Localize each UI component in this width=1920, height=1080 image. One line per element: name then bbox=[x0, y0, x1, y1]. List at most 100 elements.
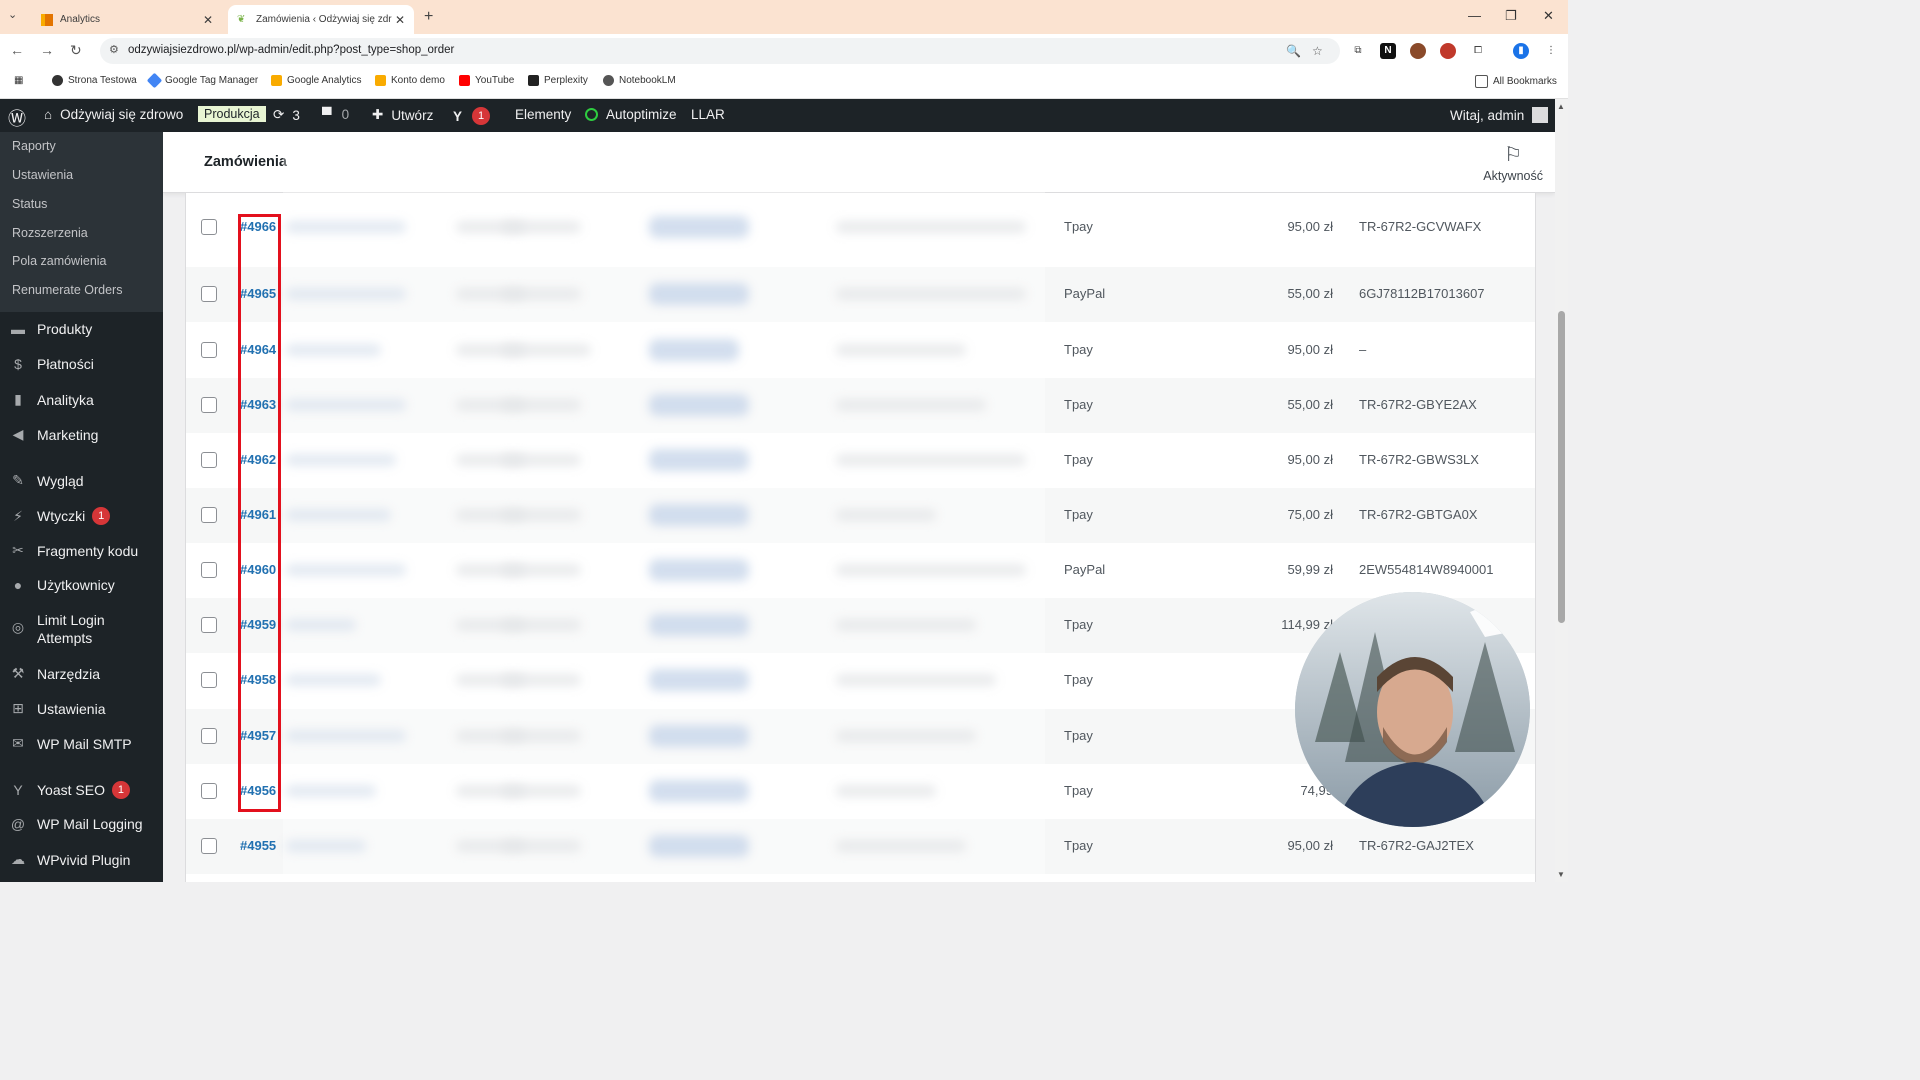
new-content-link[interactable]: ✚ Utwórz bbox=[372, 107, 433, 123]
transaction-id: TR-67R2-GCVWAFX bbox=[1359, 219, 1482, 234]
row-checkbox[interactable] bbox=[201, 342, 217, 358]
tab-orders[interactable]: ❦ Zamówienia ‹ Odżywiaj się zdro ✕ bbox=[228, 5, 414, 34]
sidebar-item-wp-mail-logging[interactable]: @ WP Mail Logging bbox=[8, 816, 143, 832]
bookmark-konto-demo[interactable]: Konto demo bbox=[375, 75, 445, 86]
sidebar-item-yoast-seo[interactable]: Y Yoast SEO 1 bbox=[8, 781, 130, 799]
updates-count: 3 bbox=[292, 107, 300, 123]
autoptimize-link[interactable]: Autoptimize bbox=[585, 107, 677, 122]
yoast-menu[interactable]: Y1 bbox=[453, 107, 491, 125]
submenu-ustawienia[interactable]: Ustawienia bbox=[12, 168, 73, 182]
sidebar-item-wtyczki[interactable]: ⚡ Wtyczki 1 bbox=[8, 507, 111, 525]
transaction-id: – bbox=[1359, 342, 1367, 357]
sidebar-item-analityka[interactable]: ▮ Analityka bbox=[8, 391, 94, 408]
url-text: odzywiajsiezdrowo.pl/wp-admin/edit.php?p… bbox=[128, 44, 455, 56]
back-icon[interactable]: ← bbox=[10, 42, 24, 58]
page-scrollbar[interactable]: ▲ ▼ bbox=[1555, 99, 1568, 882]
bookmark-youtube[interactable]: YouTube bbox=[459, 75, 514, 86]
cast-icon[interactable]: ⧉ bbox=[1350, 43, 1366, 59]
row-checkbox[interactable] bbox=[201, 838, 217, 854]
sidebar-item-label: Wtyczki bbox=[37, 508, 86, 524]
payment-method: Tpay bbox=[1064, 397, 1093, 412]
sidebar-item-label: Narzędzia bbox=[37, 665, 101, 682]
sidebar-item-fragmenty-kodu[interactable]: ✂ Fragmenty kodu bbox=[8, 542, 138, 559]
sidebar-item-wpvivid[interactable]: ☁ WPvivid Plugin bbox=[8, 851, 130, 868]
bookmark-perplexity[interactable]: Perplexity bbox=[528, 75, 588, 86]
profile-avatar-icon[interactable]: ▮ bbox=[1513, 43, 1529, 59]
scroll-up-icon[interactable]: ▲ bbox=[1557, 102, 1565, 111]
reload-icon[interactable]: ↻ bbox=[70, 42, 82, 59]
bookmark-gtm[interactable]: Google Tag Manager bbox=[146, 72, 259, 89]
all-bookmarks[interactable]: All Bookmarks bbox=[1475, 75, 1557, 88]
bookmark-star-icon[interactable]: ☆ bbox=[1312, 44, 1323, 58]
sidebar-item-platnosci[interactable]: $ Płatności bbox=[8, 356, 94, 372]
extension-cookie-icon[interactable] bbox=[1410, 43, 1426, 59]
bookmarks-bar: ▦ Strona Testowa Google Tag Manager Goog… bbox=[0, 68, 1568, 99]
minimize-icon[interactable]: — bbox=[1468, 8, 1481, 23]
updates-link[interactable]: ⟳ 3 bbox=[273, 107, 300, 123]
close-tab-icon[interactable]: ✕ bbox=[392, 13, 408, 27]
scroll-down-icon[interactable]: ▼ bbox=[1557, 870, 1565, 879]
sidebar-item-wyglad[interactable]: ✎ Wygląd bbox=[8, 472, 83, 489]
bookmark-google-analytics[interactable]: Google Analytics bbox=[271, 75, 362, 86]
row-checkbox[interactable] bbox=[201, 507, 217, 523]
scroll-thumb[interactable] bbox=[1558, 311, 1565, 623]
submenu-status[interactable]: Status bbox=[12, 197, 47, 211]
extension-record-icon[interactable] bbox=[1440, 43, 1456, 59]
extensions-puzzle-icon[interactable]: ⧠ bbox=[1470, 43, 1486, 59]
wordpress-logo-icon[interactable]: Ⓦ bbox=[8, 105, 26, 131]
close-tab-icon[interactable]: ✕ bbox=[200, 13, 216, 27]
new-tab-icon[interactable]: + bbox=[424, 8, 433, 26]
order-number-link[interactable]: #4955 bbox=[240, 838, 276, 853]
restore-icon[interactable]: ❐ bbox=[1505, 8, 1517, 24]
sidebar-item-produkty[interactable]: ▬ Produkty bbox=[8, 321, 92, 337]
row-checkbox[interactable] bbox=[201, 452, 217, 468]
payment-method: Tpay bbox=[1064, 728, 1093, 743]
analytics-favicon-icon bbox=[41, 13, 53, 26]
row-checkbox[interactable] bbox=[201, 397, 217, 413]
zoom-icon[interactable]: 🔍 bbox=[1286, 44, 1301, 58]
extension-n-icon[interactable]: N bbox=[1380, 43, 1396, 59]
activity-button[interactable]: ⚐ Aktywność bbox=[1483, 142, 1543, 183]
bookmark-notebooklm[interactable]: NotebookLM bbox=[603, 75, 676, 86]
elementor-link[interactable]: Elementy bbox=[515, 107, 571, 122]
sidebar-item-marketing[interactable]: ◀ Marketing bbox=[8, 426, 99, 443]
submenu-renumerate-orders[interactable]: Renumerate Orders bbox=[12, 283, 122, 297]
comments-link[interactable]: ▀ 0 bbox=[322, 107, 349, 122]
row-checkbox[interactable] bbox=[201, 219, 217, 235]
row-checkbox[interactable] bbox=[201, 617, 217, 633]
browser-menu-icon[interactable]: ⋮ bbox=[1543, 43, 1559, 59]
sidebar-item-ustawienia[interactable]: ⊞ Ustawienia bbox=[8, 700, 105, 717]
llar-link[interactable]: LLAR bbox=[691, 107, 725, 122]
submenu-raporty[interactable]: Raporty bbox=[12, 139, 56, 153]
row-checkbox[interactable] bbox=[201, 728, 217, 744]
bookmark-label: Google Tag Manager bbox=[165, 75, 259, 86]
site-info-icon[interactable]: ⚙ bbox=[109, 43, 119, 56]
sidebar-item-wp-mail-smtp[interactable]: ✉ WP Mail SMTP bbox=[8, 735, 132, 752]
sidebar-item-limit-login[interactable]: ◎ Limit Login Attempts bbox=[8, 611, 137, 647]
submenu-rozszerzenia[interactable]: Rozszerzenia bbox=[12, 226, 88, 240]
order-total: 95,00 zł bbox=[1287, 219, 1333, 234]
submenu-pola-zamowienia[interactable]: Pola zamówienia bbox=[12, 254, 107, 268]
sidebar-item-label: WP Mail Logging bbox=[37, 816, 143, 832]
mail-icon: ✉ bbox=[12, 735, 24, 751]
my-account-menu[interactable]: Witaj, admin bbox=[1450, 107, 1549, 123]
tab-title: Analytics bbox=[60, 14, 101, 25]
comment-icon: ▀ bbox=[322, 107, 332, 122]
environment-label: Produkcja bbox=[198, 106, 266, 122]
tab-analytics[interactable]: Analytics ✕ bbox=[32, 5, 222, 34]
apps-grid-icon[interactable]: ▦ bbox=[14, 75, 23, 86]
row-checkbox[interactable] bbox=[201, 672, 217, 688]
row-checkbox[interactable] bbox=[201, 286, 217, 302]
sidebar-item-narzedzia[interactable]: ⚒ Narzędzia bbox=[8, 665, 100, 682]
tab-search-chevron-icon[interactable]: ⌄ bbox=[8, 8, 17, 21]
row-checkbox[interactable] bbox=[201, 783, 217, 799]
row-checkbox[interactable] bbox=[201, 562, 217, 578]
sidebar-item-uzytkownicy[interactable]: ● Użytkownicy bbox=[8, 577, 115, 593]
forward-icon[interactable]: → bbox=[40, 42, 54, 58]
yoast-icon: Y bbox=[13, 782, 23, 798]
close-window-icon[interactable]: ✕ bbox=[1543, 8, 1554, 24]
site-name-link[interactable]: ⌂ Odżywiaj się zdrowo bbox=[44, 107, 183, 122]
globe-icon bbox=[52, 75, 63, 86]
bookmark-strona-testowa[interactable]: Strona Testowa bbox=[52, 75, 137, 86]
address-bar[interactable]: ⚙ odzywiajsiezdrowo.pl/wp-admin/edit.php… bbox=[100, 38, 1340, 64]
